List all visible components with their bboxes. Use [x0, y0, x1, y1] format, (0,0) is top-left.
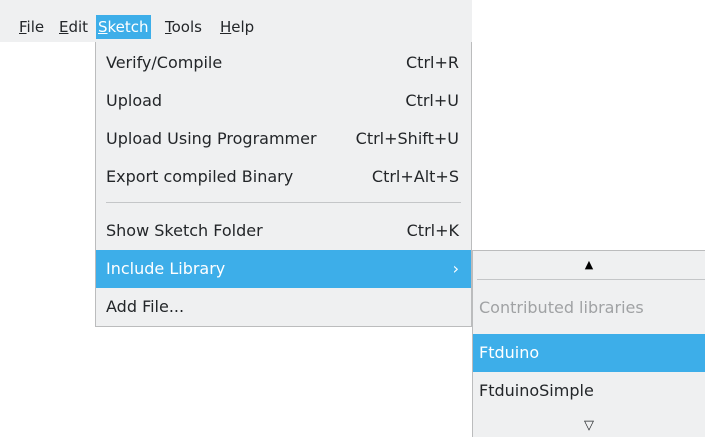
section-header-label: Contributed libraries	[479, 298, 644, 317]
menu-item-add-file[interactable]: Add File...	[96, 288, 471, 326]
menu-item-shortcut: Ctrl+U	[405, 91, 459, 110]
menu-sketch-label: ketch	[107, 18, 149, 36]
menu-item-export-compiled-binary[interactable]: Export compiled Binary Ctrl+Alt+S	[96, 158, 471, 196]
menu-separator	[106, 202, 461, 203]
menu-item-show-sketch-folder[interactable]: Show Sketch Folder Ctrl+K	[96, 212, 471, 250]
submenu-item-ftduinosimple[interactable]: FtduinoSimple	[473, 372, 705, 410]
submenu-item-label: FtduinoSimple	[479, 381, 594, 400]
submenu-arrow-icon: ›	[452, 259, 459, 278]
menu-tools[interactable]: Tools	[165, 15, 202, 39]
menu-item-label: Upload	[106, 91, 163, 110]
menu-item-label: Add File...	[106, 297, 185, 316]
sketch-dropdown-menu: Verify/Compile Ctrl+R Upload Ctrl+U Uplo…	[95, 42, 472, 327]
menu-item-shortcut: Ctrl+Shift+U	[355, 129, 459, 148]
menu-sketch-mnemonic: S	[98, 18, 108, 36]
menu-edit-label: dit	[68, 18, 89, 36]
menu-item-upload[interactable]: Upload Ctrl+U	[96, 82, 471, 120]
menu-help[interactable]: Help	[220, 15, 254, 39]
menu-item-include-library[interactable]: Include Library ›	[96, 250, 471, 288]
menu-help-mnemonic: H	[220, 18, 232, 36]
scroll-up-arrow-icon[interactable]: ▲	[473, 251, 705, 279]
scroll-down-arrow-icon[interactable]: ▽	[473, 415, 705, 437]
menu-item-verify-compile[interactable]: Verify/Compile Ctrl+R	[96, 44, 471, 82]
menu-edit[interactable]: Edit	[59, 15, 88, 39]
menu-tools-mnemonic: T	[165, 18, 172, 36]
submenu-separator	[477, 279, 705, 280]
menu-item-label: Upload Using Programmer	[106, 129, 317, 148]
menu-file-mnemonic: F	[19, 18, 27, 36]
submenu-item-label: Ftduino	[479, 343, 540, 362]
menu-item-label: Export compiled Binary	[106, 167, 294, 186]
menu-sketch[interactable]: Sketch	[96, 15, 151, 39]
menu-item-upload-using-programmer[interactable]: Upload Using Programmer Ctrl+Shift+U	[96, 120, 471, 158]
menu-item-shortcut: Ctrl+K	[406, 221, 459, 240]
menu-item-label: Verify/Compile	[106, 53, 223, 72]
include-library-submenu: ▲ Contributed libraries Ftduino FtduinoS…	[472, 250, 705, 437]
menu-item-shortcut: Ctrl+R	[406, 53, 459, 72]
menu-file[interactable]: File	[19, 15, 44, 39]
menu-file-label: ile	[26, 18, 45, 36]
menu-item-shortcut: Ctrl+Alt+S	[371, 167, 459, 186]
menu-item-label: Include Library	[106, 259, 226, 278]
menu-item-label: Show Sketch Folder	[106, 221, 263, 240]
menu-bar: File Edit Sketch Tools Help	[0, 0, 472, 42]
menu-tools-label: ools	[171, 18, 202, 36]
menu-help-label: elp	[231, 18, 255, 36]
section-header-contributed-libraries: Contributed libraries	[473, 289, 705, 327]
submenu-item-ftduino[interactable]: Ftduino	[473, 334, 705, 372]
